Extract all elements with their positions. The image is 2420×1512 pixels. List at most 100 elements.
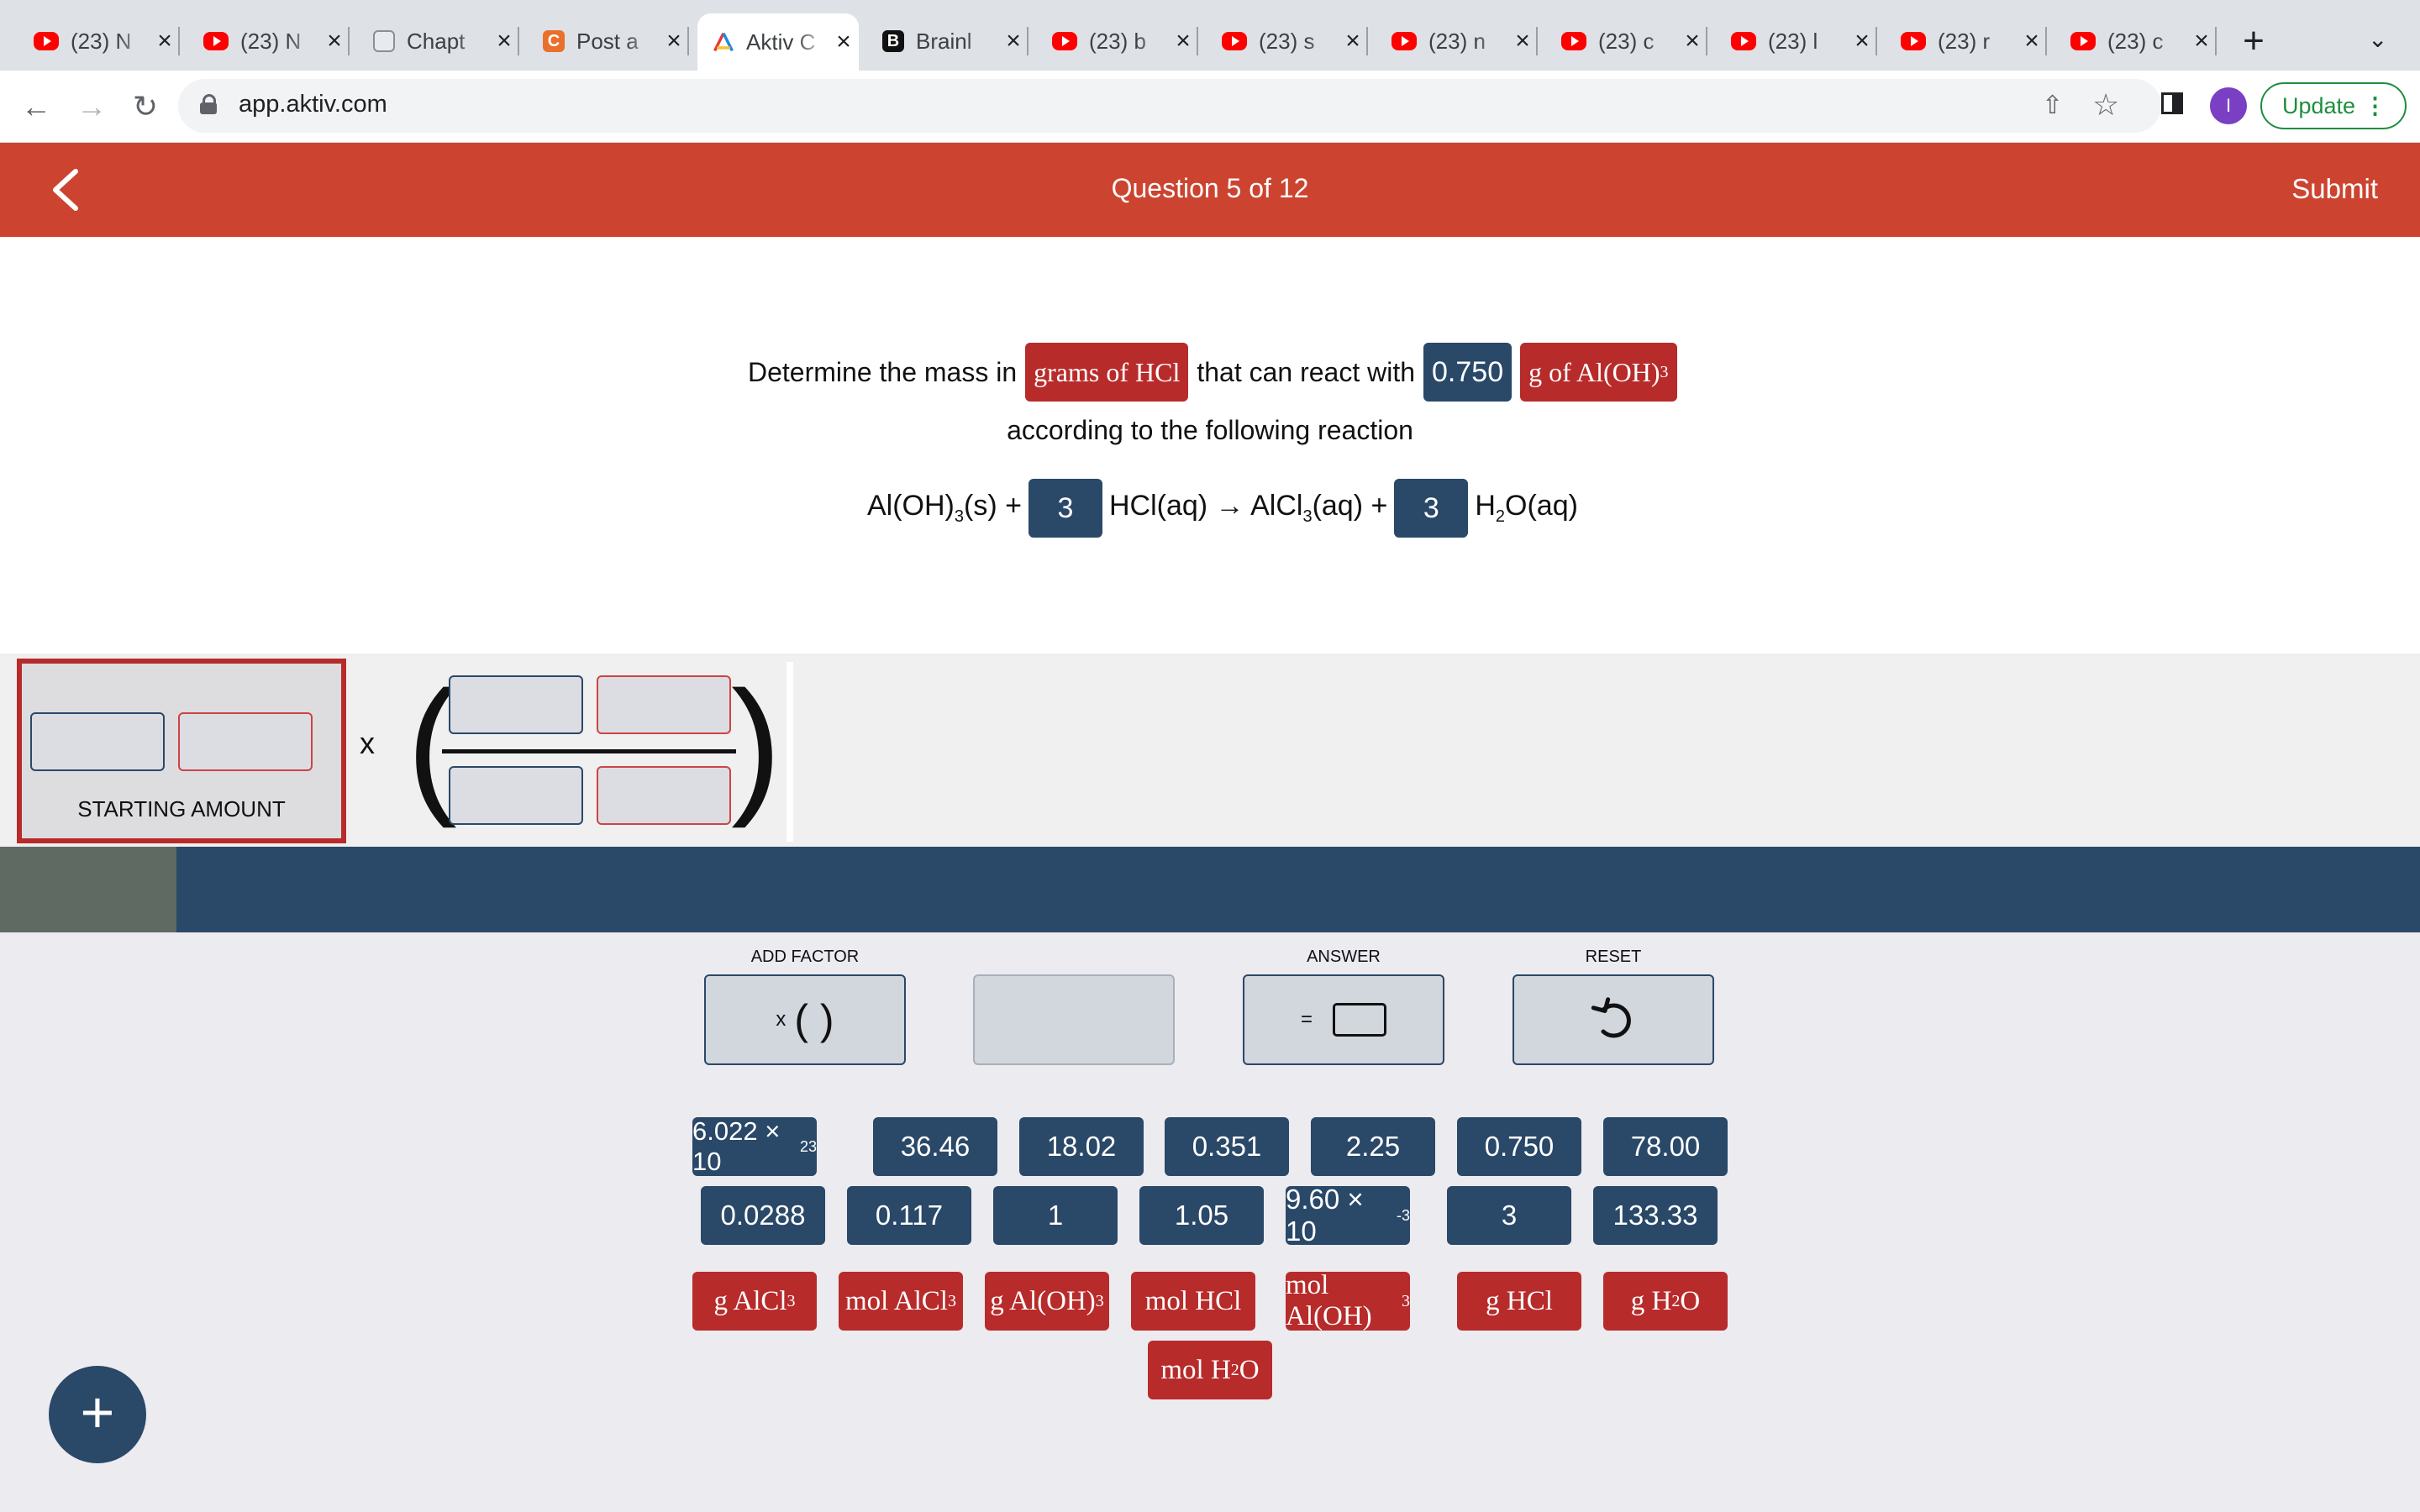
share-icon[interactable]: ⇧ xyxy=(2042,91,2063,120)
browser-tab[interactable]: (23) s × xyxy=(1207,22,1368,60)
product-2-rest: O(aq) xyxy=(1505,490,1578,522)
unit-subscript: 3 xyxy=(1095,1291,1104,1310)
close-icon[interactable]: × xyxy=(1168,27,1198,55)
denominator-unit-slot[interactable] xyxy=(597,766,731,825)
numerator-value-slot[interactable] xyxy=(449,675,583,734)
side-panel-icon[interactable] xyxy=(2161,92,2183,114)
product-1-subscript: 3 xyxy=(1302,507,1313,526)
submit-button[interactable]: Submit xyxy=(2291,173,2378,205)
browser-tab[interactable]: (23) b × xyxy=(1037,22,1198,60)
back-arrow-icon[interactable]: ← xyxy=(17,87,55,126)
bookmark-star-icon[interactable]: ☆ xyxy=(2092,87,2119,123)
number-chip[interactable]: 36.46 xyxy=(873,1117,997,1176)
reactant-1-formula: Al(OH) xyxy=(867,490,955,522)
number-chip[interactable]: 133.33 xyxy=(1593,1186,1718,1245)
profile-avatar[interactable]: I xyxy=(2210,87,2247,124)
fraction-bar xyxy=(442,749,736,753)
given-unit-subscript: 3 xyxy=(1660,362,1669,381)
number-chip[interactable]: 18.02 xyxy=(1019,1117,1144,1176)
tab-search-chevron-icon[interactable]: ⌄ xyxy=(2368,25,2387,53)
answer-button[interactable]: = xyxy=(1243,974,1444,1065)
unit-chip[interactable]: mol H2O xyxy=(1148,1341,1272,1399)
number-chip[interactable]: 1.05 xyxy=(1139,1186,1264,1245)
reset-label: RESET xyxy=(1585,948,1642,966)
close-icon[interactable]: × xyxy=(1847,27,1877,55)
reaction-equation: Al(OH)3(s) + 3 HCl(aq) → AlCl3(aq) + 3 H… xyxy=(867,479,1578,538)
tab-title: Brainl xyxy=(916,28,972,54)
close-icon[interactable]: × xyxy=(2017,27,2047,55)
coefficient-hcl: 3 xyxy=(1028,479,1102,538)
unit-chip[interactable]: g Al(OH) 3 xyxy=(985,1272,1109,1331)
add-factor-button[interactable]: x ( ) xyxy=(704,974,906,1065)
chip-value: 9.60 × 10 xyxy=(1286,1184,1364,1247)
close-icon[interactable]: × xyxy=(998,27,1028,55)
starting-value-slot[interactable] xyxy=(30,712,165,771)
new-tab-icon[interactable]: + xyxy=(2235,20,2272,62)
browser-tab[interactable]: C Post a × xyxy=(528,22,689,60)
browser-tab[interactable]: (23) n × xyxy=(1376,22,1538,60)
forward-arrow-icon[interactable]: → xyxy=(72,87,111,126)
unit-tail: O xyxy=(1239,1354,1260,1385)
tab-separator xyxy=(348,27,350,55)
browser-tab[interactable]: (23) r × xyxy=(1886,22,2047,60)
tab-title: (23) n xyxy=(1428,28,1486,54)
number-chip[interactable]: 1 xyxy=(993,1186,1118,1245)
unit-chip[interactable]: mol HCl xyxy=(1131,1272,1255,1331)
unit-text: mol HCl xyxy=(1144,1285,1242,1316)
chip-value: 0.117 xyxy=(875,1200,944,1231)
browser-tab[interactable]: (23) N × xyxy=(188,22,350,60)
close-icon[interactable]: × xyxy=(1677,27,1707,55)
unit-chip[interactable]: g H2O xyxy=(1603,1272,1728,1331)
tab-title: (23) s xyxy=(1259,28,1315,54)
menu-dots-icon: ⋮ xyxy=(2364,93,2386,118)
starting-amount-box[interactable]: STARTING AMOUNT xyxy=(17,659,346,843)
browser-tab[interactable]: (23) l × xyxy=(1716,22,1877,60)
close-icon[interactable]: × xyxy=(829,28,859,56)
equals-sign: = xyxy=(1300,1008,1313,1031)
number-chip[interactable]: 2.25 xyxy=(1311,1117,1435,1176)
close-icon[interactable]: × xyxy=(1338,27,1368,55)
close-icon[interactable]: × xyxy=(1507,27,1538,55)
url-text[interactable]: app.aktiv.com xyxy=(239,91,387,118)
close-icon[interactable]: × xyxy=(489,27,519,55)
reload-icon[interactable]: ↻ xyxy=(126,87,165,126)
tab-title: Post a xyxy=(576,28,639,54)
close-icon[interactable]: × xyxy=(150,27,180,55)
unit-subscript: 2 xyxy=(1230,1360,1239,1379)
unit-chip[interactable]: mol Al(OH) 3 xyxy=(1286,1270,1410,1331)
target-unit-tag: grams of HCl xyxy=(1025,343,1189,402)
number-chip[interactable]: 0.750 xyxy=(1457,1117,1581,1176)
close-icon[interactable]: × xyxy=(2186,27,2217,55)
number-chip[interactable]: 0.117 xyxy=(847,1186,971,1245)
unit-chip[interactable]: g HCl xyxy=(1457,1272,1581,1331)
starting-unit-slot[interactable] xyxy=(178,712,313,771)
number-chip[interactable]: 78.00 xyxy=(1603,1117,1728,1176)
browser-tab[interactable]: Chapt × xyxy=(358,22,519,60)
reset-button[interactable] xyxy=(1512,974,1714,1065)
close-icon[interactable]: × xyxy=(659,27,689,55)
denominator-value-slot[interactable] xyxy=(449,766,583,825)
number-chip[interactable]: 9.60 × 10 -3 xyxy=(1286,1184,1410,1247)
numerator-unit-slot[interactable] xyxy=(597,675,731,734)
unit-chip[interactable]: mol AlCl 3 xyxy=(839,1272,963,1331)
number-chip[interactable]: 3 xyxy=(1447,1186,1571,1245)
close-icon[interactable]: × xyxy=(319,27,350,55)
browser-tab[interactable]: B Brainl × xyxy=(867,22,1028,60)
add-fab-button[interactable]: + xyxy=(49,1366,146,1463)
product-2-subscript: 2 xyxy=(1495,507,1506,526)
blank-control-button[interactable] xyxy=(973,974,1175,1065)
update-button[interactable]: Update ⋮ xyxy=(2260,82,2407,129)
browser-tab[interactable]: Aktiv C × xyxy=(697,13,859,71)
tab-separator xyxy=(1027,27,1028,55)
unit-chip[interactable]: g AlCl 3 xyxy=(692,1272,817,1331)
address-bar[interactable]: app.aktiv.com xyxy=(178,79,2161,133)
number-chip[interactable]: 6.022 × 10 23 xyxy=(692,1116,817,1176)
youtube-icon xyxy=(1392,32,1417,50)
browser-tab[interactable]: (23) c × xyxy=(1546,22,1707,60)
browser-tab[interactable]: (23) c × xyxy=(2055,22,2217,60)
number-chip[interactable]: 0.0288 xyxy=(701,1186,825,1245)
progress-bar xyxy=(0,847,2420,932)
browser-tab[interactable]: (23) N × xyxy=(18,22,180,60)
number-chip[interactable]: 0.351 xyxy=(1165,1117,1289,1176)
chip-exponent: 23 xyxy=(799,1137,817,1155)
